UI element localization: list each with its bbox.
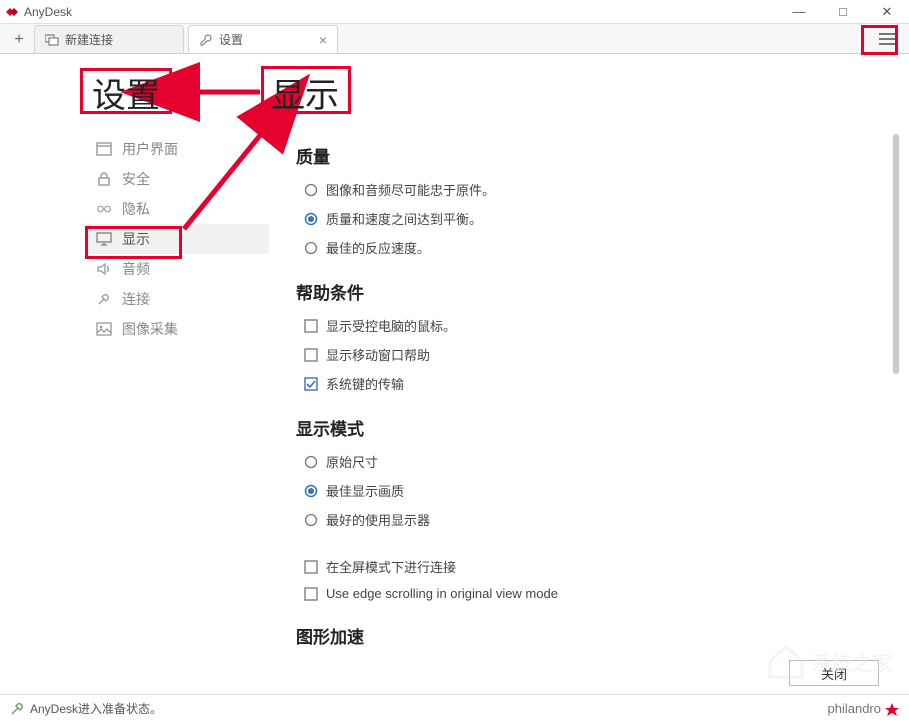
mode-option-original-size[interactable]: 原始尺寸 xyxy=(304,452,870,471)
screens-icon xyxy=(45,33,59,47)
tab-close-icon[interactable]: × xyxy=(319,32,327,48)
maximize-button[interactable]: □ xyxy=(821,0,865,24)
radio-icon xyxy=(304,455,318,469)
checkbox-icon xyxy=(304,319,318,333)
help-option-system-keys[interactable]: 系统键的传输 xyxy=(304,374,870,393)
tab-label: 新建连接 xyxy=(65,31,173,48)
quality-option-balanced[interactable]: 质量和速度之间达到平衡。 xyxy=(304,209,870,228)
section-title-quality: 质量 xyxy=(296,143,870,168)
checkbox-checked-icon xyxy=(304,377,318,391)
option-label: 显示受控电脑的鼠标。 xyxy=(326,316,456,335)
mode-option-best-quality[interactable]: 最佳显示画质 xyxy=(304,481,870,500)
tabstrip: + 新建连接 设置 × xyxy=(0,24,909,54)
tab-new-connection[interactable]: 新建连接 xyxy=(34,25,184,53)
minimize-button[interactable]: — xyxy=(777,0,821,24)
glasses-icon xyxy=(96,201,112,217)
brand-label: philandro xyxy=(828,701,900,716)
option-label: 最佳的反应速度。 xyxy=(326,238,430,257)
hamburger-menu-button[interactable] xyxy=(876,28,898,50)
ui-icon xyxy=(96,141,112,157)
annotation-heading-display: 显示 xyxy=(271,68,339,117)
option-label: 显示移动窗口帮助 xyxy=(326,345,430,364)
sidebar-item-privacy[interactable]: 隐私 xyxy=(88,194,269,224)
plug-icon xyxy=(96,291,112,307)
content-area: 用户界面 安全 隐私 显示 音频 连接 图像采集 质量 xyxy=(0,54,909,694)
option-label: 质量和速度之间达到平衡。 xyxy=(326,209,482,228)
brand-text: philandro xyxy=(828,701,882,716)
status-text: AnyDesk进入准备状态。 xyxy=(30,700,162,717)
sidebar-item-label: 连接 xyxy=(122,289,150,309)
window-controls: — □ ✕ xyxy=(777,0,909,24)
radio-icon xyxy=(304,241,318,255)
checkbox-icon xyxy=(304,348,318,362)
settings-main-panel: 质量 图像和音频尽可能忠于原件。 质量和速度之间达到平衡。 最佳的反应速度。 帮… xyxy=(275,54,909,694)
tab-label: 设置 xyxy=(219,31,313,48)
sidebar-item-display[interactable]: 显示 xyxy=(88,224,269,254)
tab-settings[interactable]: 设置 × xyxy=(188,25,338,53)
checkbox-icon xyxy=(304,560,318,574)
statusbar: AnyDesk进入准备状态。 philandro xyxy=(0,694,909,722)
sidebar-item-capture[interactable]: 图像采集 xyxy=(88,314,269,344)
radio-icon xyxy=(304,513,318,527)
new-tab-button[interactable]: + xyxy=(4,27,34,53)
sidebar-item-label: 用户界面 xyxy=(122,139,178,159)
option-label: 系统键的传输 xyxy=(326,374,404,393)
sidebar-item-label: 音频 xyxy=(122,259,150,279)
app-logo-icon xyxy=(6,6,18,18)
scrollbar-thumb[interactable] xyxy=(893,134,899,374)
sidebar-item-label: 安全 xyxy=(122,169,150,189)
scrollbar[interactable] xyxy=(893,134,899,614)
section-title-help: 帮助条件 xyxy=(296,279,870,304)
app-title: AnyDesk xyxy=(24,5,777,19)
radio-selected-icon xyxy=(304,212,318,226)
option-label: Use edge scrolling in original view mode xyxy=(326,586,558,601)
help-option-remote-cursor[interactable]: 显示受控电脑的鼠标。 xyxy=(304,316,870,335)
quality-option-reaction[interactable]: 最佳的反应速度。 xyxy=(304,238,870,257)
image-icon xyxy=(96,321,112,337)
section-title-mode: 显示模式 xyxy=(296,415,870,440)
option-label: 原始尺寸 xyxy=(326,452,378,471)
settings-sidebar: 用户界面 安全 隐私 显示 音频 连接 图像采集 xyxy=(0,54,275,694)
option-label: 图像和音频尽可能忠于原件。 xyxy=(326,180,495,199)
close-window-button[interactable]: ✕ xyxy=(865,0,909,24)
titlebar: AnyDesk — □ ✕ xyxy=(0,0,909,24)
mode-option-best-monitor[interactable]: 最好的使用显示器 xyxy=(304,510,870,529)
sidebar-item-ui[interactable]: 用户界面 xyxy=(88,134,269,164)
quality-option-original[interactable]: 图像和音频尽可能忠于原件。 xyxy=(304,180,870,199)
watermark-text: 系统之家 xyxy=(812,647,892,676)
fullscreen-option-connect[interactable]: 在全屏模式下进行连接 xyxy=(304,557,870,576)
option-label: 最佳显示画质 xyxy=(326,481,404,500)
sidebar-item-label: 显示 xyxy=(122,229,150,249)
speaker-icon xyxy=(96,261,112,277)
sidebar-item-label: 图像采集 xyxy=(122,319,178,339)
sidebar-item-label: 隐私 xyxy=(122,199,150,219)
checkbox-icon xyxy=(304,587,318,601)
watermark: 系统之家 xyxy=(753,626,903,696)
option-label: 最好的使用显示器 xyxy=(326,510,430,529)
monitor-icon xyxy=(96,231,112,247)
sidebar-item-connection[interactable]: 连接 xyxy=(88,284,269,314)
help-option-move-window[interactable]: 显示移动窗口帮助 xyxy=(304,345,870,364)
annotation-heading-settings: 设置 xyxy=(92,68,160,117)
fullscreen-option-edge-scroll[interactable]: Use edge scrolling in original view mode xyxy=(304,586,870,601)
radio-selected-icon xyxy=(304,484,318,498)
wrench-icon xyxy=(199,33,213,47)
brand-logo-icon xyxy=(885,702,899,716)
lock-icon xyxy=(96,171,112,187)
status-ready-icon xyxy=(10,702,24,716)
option-label: 在全屏模式下进行连接 xyxy=(326,557,456,576)
sidebar-item-audio[interactable]: 音频 xyxy=(88,254,269,284)
radio-icon xyxy=(304,183,318,197)
sidebar-item-security[interactable]: 安全 xyxy=(88,164,269,194)
